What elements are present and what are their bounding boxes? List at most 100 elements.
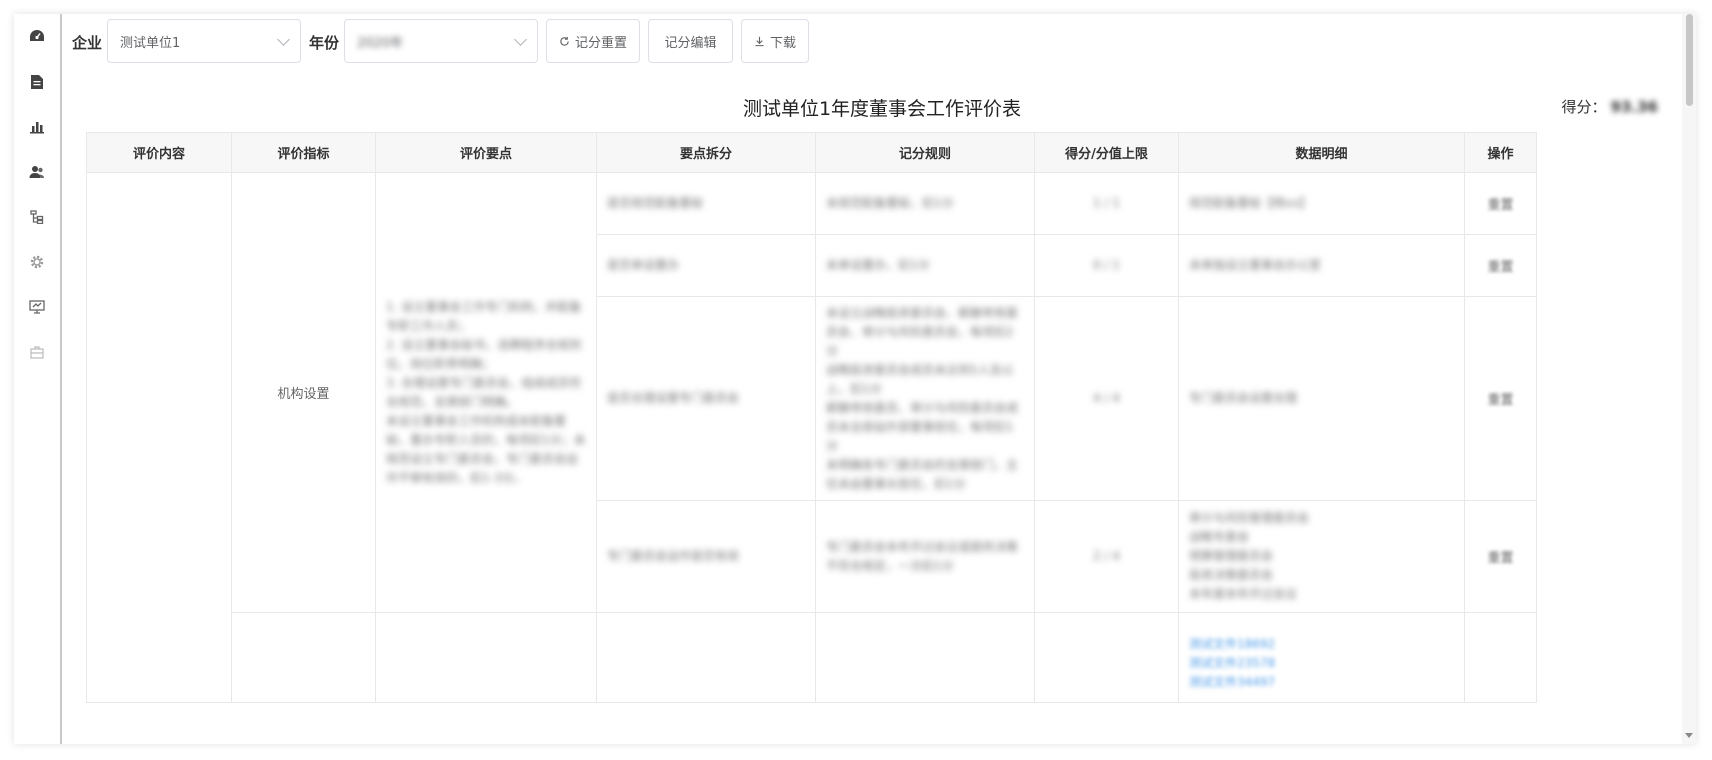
column-header: 评价要点 bbox=[375, 132, 597, 173]
reset-link[interactable]: 重置 bbox=[1487, 393, 1513, 408]
score-value: 93.36 bbox=[1610, 98, 1658, 116]
detail-cell: 专门委员会设置合理 bbox=[1178, 296, 1465, 501]
rule-cell: 未单设董办，扣1分 bbox=[815, 234, 1035, 297]
rule-cell: 未设立战略投资委员会、薪酬考核委员会、审计与风险委员会，每项扣2分 战略投资委员… bbox=[815, 296, 1035, 501]
column-header: 评价指标 bbox=[231, 132, 376, 173]
rule-text: 专门委员会本年开过会议或提供决策不符合规定，一次扣1分 bbox=[826, 539, 1019, 573]
evaluation-table: 评价内容 评价指标 评价要点 要点拆分 记分规则 得分/分值上限 数据明细 操作… bbox=[86, 132, 1537, 703]
column-header: 记分规则 bbox=[815, 132, 1035, 173]
file-link[interactable]: 测试文件34497 bbox=[1189, 673, 1454, 692]
users-icon[interactable] bbox=[27, 162, 47, 182]
briefcase-icon[interactable] bbox=[27, 342, 47, 362]
sidebar bbox=[14, 14, 60, 744]
detail-cell: 未单独设立董事会办公室 bbox=[1178, 234, 1465, 297]
split-cell: 是否合理设置专门委员会 bbox=[596, 296, 816, 501]
gear-icon[interactable] bbox=[27, 252, 47, 272]
hierarchy-icon[interactable] bbox=[27, 207, 47, 227]
company-select[interactable]: 测试单位1 bbox=[107, 19, 301, 63]
rule-cell: 专门委员会本年开过会议或提供决策不符合规定，一次扣1分 bbox=[815, 500, 1035, 613]
indicator-cell bbox=[231, 612, 376, 703]
column-header: 评价内容 bbox=[86, 132, 232, 173]
scroll-down-arrow-icon[interactable] bbox=[1685, 733, 1693, 738]
score-text: 1 / 1 bbox=[1093, 196, 1120, 210]
bar-chart-icon[interactable] bbox=[27, 117, 47, 137]
key-points-cell bbox=[375, 612, 597, 703]
toolbar: 企业 测试单位1 年份 2020年 记分重置 记分编辑 下载 bbox=[62, 14, 1696, 74]
year-select-value: 2020年 bbox=[357, 35, 404, 51]
year-label: 年份 bbox=[309, 34, 340, 52]
split-cell: 是否规范配备董秘 bbox=[596, 172, 816, 235]
rule-cell bbox=[815, 612, 1035, 703]
edit-score-label: 记分编辑 bbox=[664, 35, 717, 51]
detail-text: 审计与风险管理委员会 战略专委会 预算管理委员会 投资决策委员会 本年度本年开过… bbox=[1189, 511, 1310, 601]
chevron-down-icon bbox=[514, 33, 527, 46]
split-text: 是否规范配备董秘 bbox=[607, 196, 704, 210]
reset-link[interactable]: 重置 bbox=[1487, 551, 1513, 566]
detail-text: 规范配备董秘【杨xx】 bbox=[1189, 196, 1312, 210]
score-text: 2 / 4 bbox=[1093, 549, 1120, 563]
chevron-down-icon bbox=[277, 33, 290, 46]
refresh-icon bbox=[560, 36, 569, 46]
split-cell: 专门委员会运作是否有效 bbox=[596, 500, 816, 613]
score-text: 0 / 1 bbox=[1093, 258, 1120, 272]
download-label: 下载 bbox=[769, 35, 796, 51]
score-cell bbox=[1034, 612, 1179, 703]
detail-cell: 规范配备董秘【杨xx】 bbox=[1178, 172, 1465, 235]
score-cell: 4 / 4 bbox=[1034, 296, 1179, 501]
table-row: 机构设置 1. 设立董事会工作专门机构，并配备专职工作人员； 2. 设立董事会秘… bbox=[86, 172, 1537, 703]
download-button[interactable]: 下载 bbox=[741, 19, 809, 63]
download-icon bbox=[755, 36, 764, 46]
reset-row-button[interactable]: 重置 bbox=[1464, 296, 1537, 501]
column-header: 数据明细 bbox=[1178, 132, 1465, 173]
scrollbar-thumb[interactable] bbox=[1686, 14, 1693, 106]
score-cell: 0 / 1 bbox=[1034, 234, 1179, 297]
company-label: 企业 bbox=[72, 34, 103, 52]
table-header-row: 评价内容 评价指标 评价要点 要点拆分 记分规则 得分/分值上限 数据明细 操作 bbox=[86, 132, 1537, 173]
split-cell: 是否单设董办 bbox=[596, 234, 816, 297]
detail-text: 专门委员会设置合理 bbox=[1189, 391, 1298, 405]
split-text: 是否合理设置专门委员会 bbox=[607, 391, 740, 405]
monitor-icon[interactable] bbox=[27, 297, 47, 317]
detail-cell: 测试文件18692 测试文件23578 测试文件34497 bbox=[1178, 612, 1465, 703]
main-content: 企业 测试单位1 年份 2020年 记分重置 记分编辑 下载 测试单位1年度董事… bbox=[62, 14, 1696, 744]
rule-cell: 未规范配备董秘，扣1分 bbox=[815, 172, 1035, 235]
file-link[interactable]: 测试文件23578 bbox=[1189, 654, 1454, 673]
reset-row-button[interactable]: 重置 bbox=[1464, 172, 1537, 235]
reset-row-button[interactable]: 重置 bbox=[1464, 234, 1537, 297]
eval-content-cell bbox=[86, 172, 232, 703]
year-select[interactable]: 2020年 bbox=[344, 19, 538, 63]
dashboard-icon[interactable] bbox=[27, 26, 47, 46]
reset-score-label: 记分重置 bbox=[574, 35, 627, 51]
key-points-text: 1. 设立董事会工作专门机构，并配备专职工作人员； 2. 设立董事会秘书，选聘程… bbox=[386, 299, 586, 485]
file-link[interactable]: 测试文件18692 bbox=[1189, 635, 1454, 654]
score-cell: 2 / 4 bbox=[1034, 500, 1179, 613]
reset-link[interactable]: 重置 bbox=[1487, 198, 1513, 213]
rule-text: 未设立战略投资委员会、薪酬考核委员会、审计与风险委员会，每项扣2分 战略投资委员… bbox=[826, 305, 1019, 491]
reset-score-button[interactable]: 记分重置 bbox=[546, 19, 640, 63]
detail-cell: 审计与风险管理委员会 战略专委会 预算管理委员会 投资决策委员会 本年度本年开过… bbox=[1178, 500, 1465, 613]
key-points-cell: 1. 设立董事会工作专门机构，并配备专职工作人员； 2. 设立董事会秘书，选聘程… bbox=[375, 172, 597, 613]
app-window: 企业 测试单位1 年份 2020年 记分重置 记分编辑 下载 测试单位1年度董事… bbox=[14, 14, 1696, 744]
vertical-scrollbar[interactable] bbox=[1682, 14, 1696, 744]
column-header: 操作 bbox=[1464, 132, 1537, 173]
edit-score-button[interactable]: 记分编辑 bbox=[648, 19, 733, 63]
score-text: 4 / 4 bbox=[1093, 391, 1120, 405]
action-cell bbox=[1464, 612, 1537, 703]
split-text: 专门委员会运作是否有效 bbox=[607, 549, 740, 563]
document-icon[interactable] bbox=[27, 72, 47, 92]
score-cell: 1 / 1 bbox=[1034, 172, 1179, 235]
split-cell bbox=[596, 612, 816, 703]
split-text: 是否单设董办 bbox=[607, 258, 680, 272]
table-row: 测试文件18692 测试文件23578 测试文件34497 bbox=[87, 612, 1537, 703]
reset-row-button[interactable]: 重置 bbox=[1464, 500, 1537, 613]
report-title: 测试单位1年度董事会工作评价表 bbox=[742, 98, 1022, 120]
detail-text: 未单独设立董事会办公室 bbox=[1189, 258, 1322, 272]
column-header: 要点拆分 bbox=[596, 132, 816, 173]
company-select-value: 测试单位1 bbox=[120, 35, 181, 51]
column-header: 得分/分值上限 bbox=[1034, 132, 1179, 173]
score-label: 得分： bbox=[1561, 98, 1607, 116]
indicator-cell: 机构设置 bbox=[231, 172, 376, 613]
total-score: 得分： 93.36 bbox=[1562, 96, 1658, 117]
rule-text: 未规范配备董秘，扣1分 bbox=[826, 196, 954, 210]
reset-link[interactable]: 重置 bbox=[1487, 260, 1513, 275]
